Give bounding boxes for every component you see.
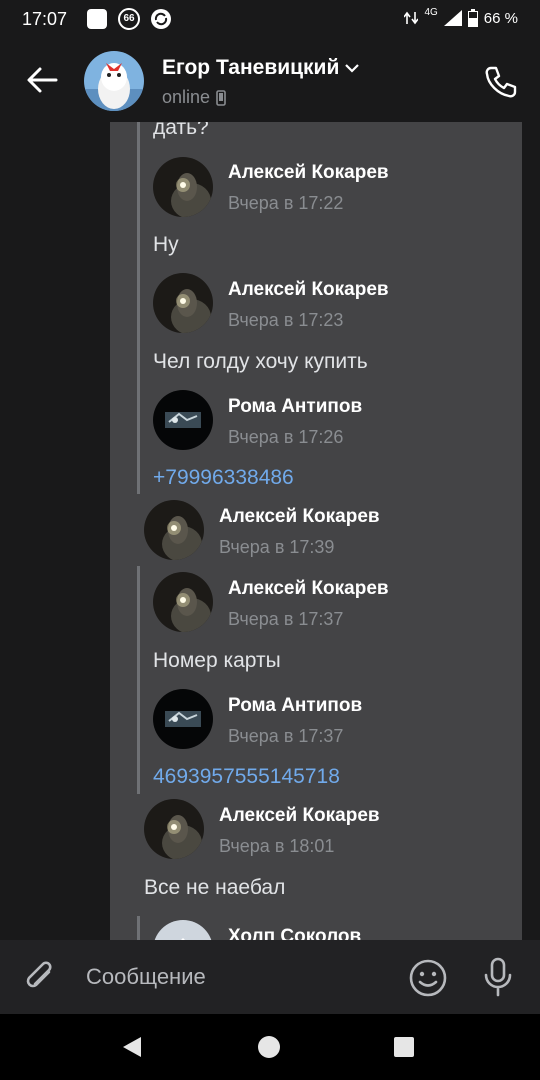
- forward-bar: [137, 916, 140, 940]
- card-number-link[interactable]: 4693957555145718: [153, 765, 340, 789]
- chevron-down-icon: [345, 64, 360, 73]
- back-arrow-icon[interactable]: [24, 62, 60, 98]
- data-arrows-icon: [404, 11, 419, 25]
- forward-bar: [137, 566, 140, 794]
- nav-recents-icon[interactable]: [394, 1037, 414, 1057]
- microphone-icon[interactable]: [480, 957, 516, 997]
- attach-icon[interactable]: [22, 958, 60, 996]
- emoji-icon[interactable]: [408, 958, 448, 998]
- author-name[interactable]: Рома Антипов: [228, 695, 362, 717]
- author-name[interactable]: Холп Соколов: [228, 926, 361, 940]
- forward-bar: [137, 122, 140, 494]
- message-input[interactable]: Сообщение: [86, 964, 206, 990]
- message-text: дать?: [153, 122, 209, 139]
- avatar[interactable]: [153, 273, 213, 333]
- message-text: Чел голду хочу купить: [153, 350, 368, 373]
- author-name[interactable]: Алексей Кокарев: [228, 279, 389, 301]
- status-right: 4G 66 %: [404, 6, 518, 27]
- message-text: Все не наебал: [144, 876, 286, 899]
- status-time: 17:07: [22, 9, 68, 29]
- avatar[interactable]: [144, 799, 204, 859]
- nav-back-icon[interactable]: [121, 1036, 143, 1058]
- status-bar: 17:07 66 4G 66 %: [0, 0, 540, 40]
- network-type: 4G: [424, 6, 438, 18]
- vk-badge-icon: 66: [118, 8, 140, 30]
- avatar[interactable]: [153, 157, 213, 217]
- message-date: Вчера в 17:39: [219, 537, 335, 557]
- avatar[interactable]: [153, 390, 213, 450]
- message-date: Вчера в 17:23: [228, 310, 344, 330]
- nav-home-icon[interactable]: [258, 1036, 280, 1058]
- message-date: Вчера в 17:37: [228, 609, 344, 629]
- avatar[interactable]: [153, 572, 213, 632]
- sync-icon: [151, 9, 171, 29]
- contact-status: online: [162, 87, 211, 107]
- contact-status-row: online: [162, 87, 226, 108]
- author-name[interactable]: Алексей Кокарев: [228, 578, 389, 600]
- message-date: Вчера в 17:22: [228, 193, 344, 213]
- contact-avatar[interactable]: [84, 51, 144, 111]
- contact-name-row[interactable]: Егор Таневицкий: [162, 56, 360, 80]
- mobile-icon: [216, 89, 226, 106]
- author-name[interactable]: Алексей Кокарев: [219, 506, 380, 528]
- message-text: Ну: [153, 233, 179, 256]
- avatar[interactable]: [153, 689, 213, 749]
- notif-badge-count: 66: [123, 13, 135, 24]
- message-composer: Сообщение: [0, 940, 540, 1014]
- chat-header: Егор Таневицкий online: [0, 40, 540, 122]
- message-text: Номер карты: [153, 649, 281, 672]
- message-date: Вчера в 17:26: [228, 427, 344, 447]
- author-name[interactable]: Алексей Кокарев: [219, 805, 380, 827]
- signal-icon: [443, 10, 462, 26]
- avatar[interactable]: [144, 500, 204, 560]
- author-name[interactable]: Алексей Кокарев: [228, 162, 389, 184]
- chat-area[interactable]: дать? Алексей Кокарев Вчера в 17:22 Ну А…: [0, 122, 540, 940]
- phone-icon[interactable]: [482, 64, 518, 100]
- battery-percent: 66 %: [483, 9, 518, 27]
- notification-square-icon: [87, 9, 107, 29]
- battery-icon: [467, 9, 478, 27]
- author-name[interactable]: Рома Антипов: [228, 396, 362, 418]
- contact-name: Егор Таневицкий: [162, 56, 340, 79]
- message-date: Вчера в 17:37: [228, 726, 344, 746]
- phone-link[interactable]: +79996338486: [153, 466, 294, 490]
- message-date: Вчера в 18:01: [219, 836, 335, 856]
- system-nav-bar: [0, 1014, 540, 1080]
